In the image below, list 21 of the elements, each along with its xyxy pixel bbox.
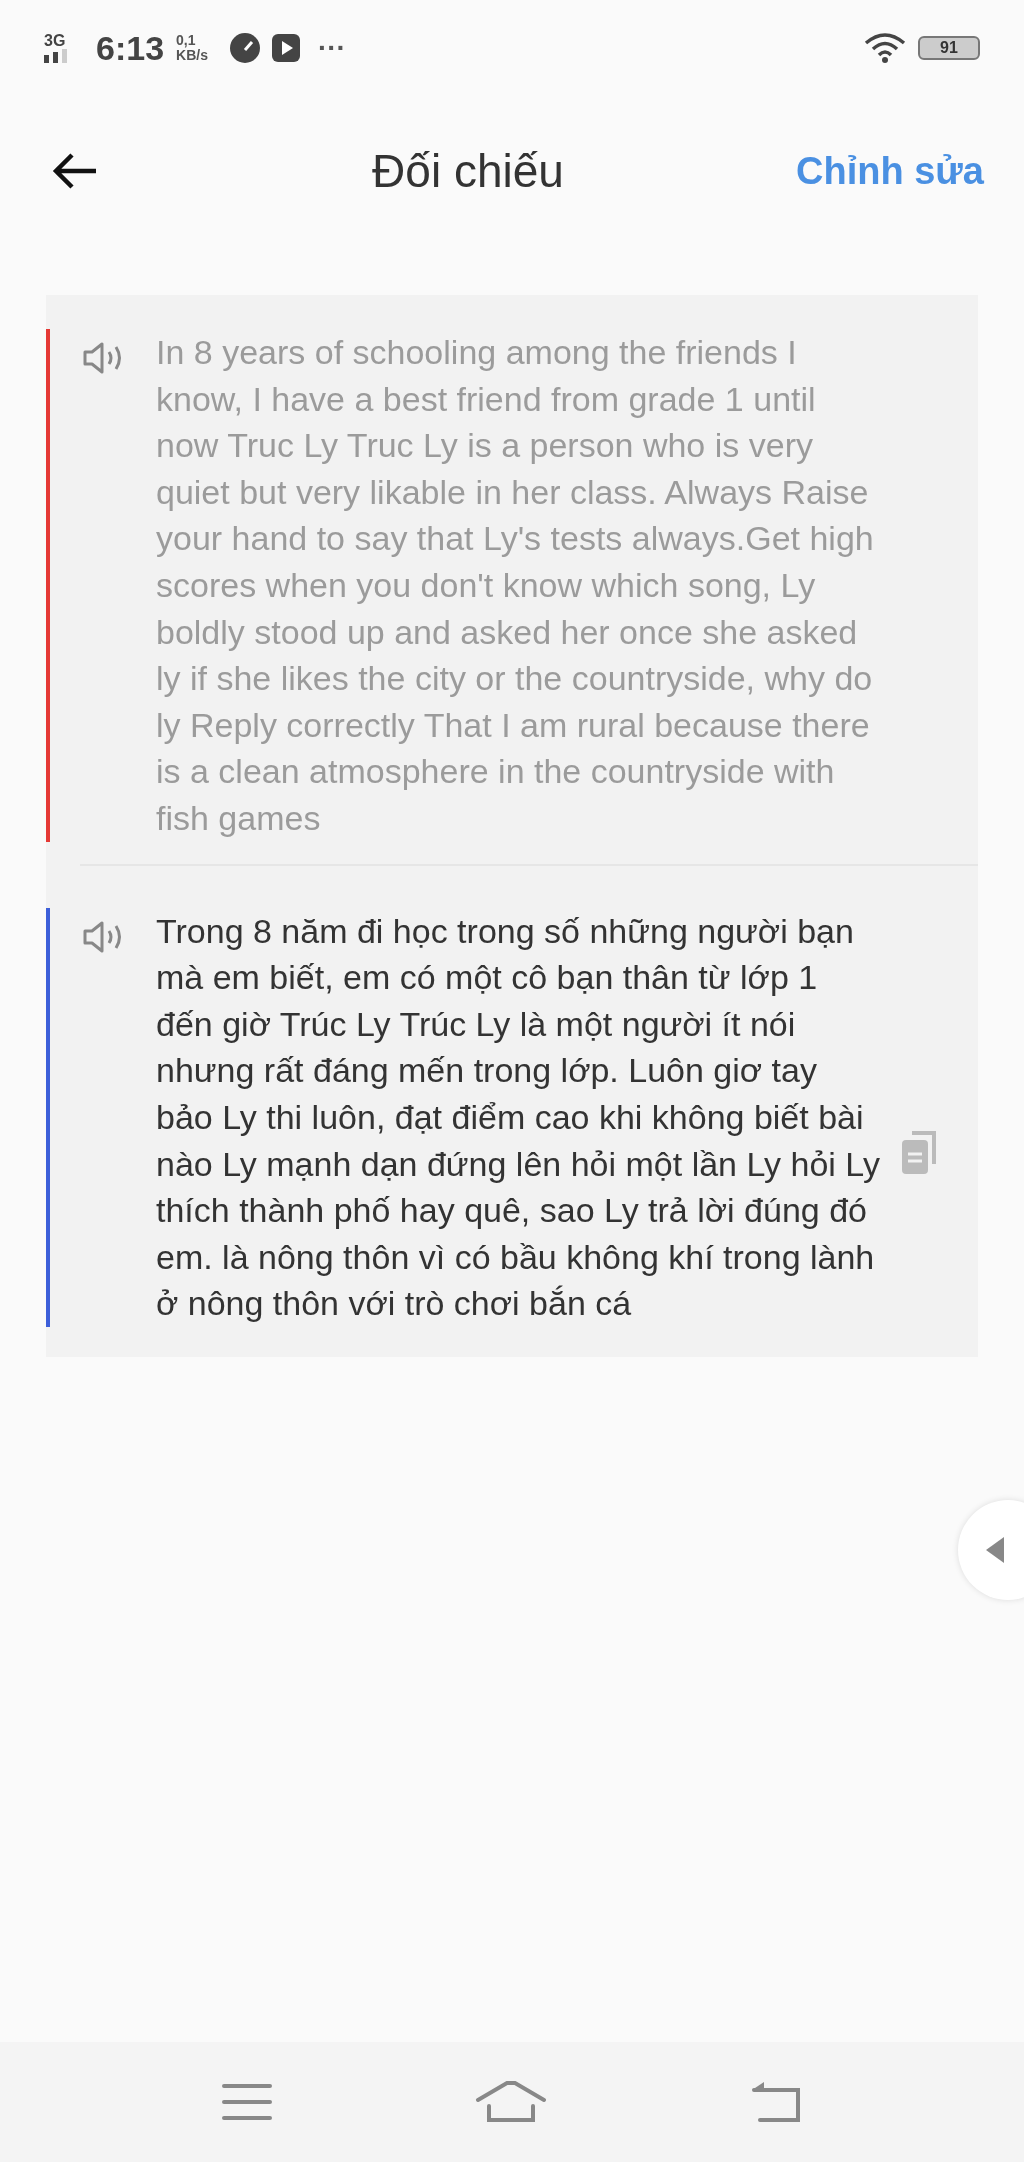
left-triangle-icon <box>986 1537 1004 1563</box>
wifi-icon <box>864 33 906 63</box>
speedometer-icon <box>229 33 260 63</box>
home-button[interactable] <box>475 2080 547 2124</box>
more-notifications: ··· <box>317 32 346 64</box>
clock: 6:13 <box>96 28 165 68</box>
edit-button[interactable]: Chỉnh sửa <box>796 149 984 193</box>
play-icon <box>271 34 300 62</box>
battery-level: 91 <box>918 36 980 60</box>
network-type: 3G <box>44 33 66 49</box>
source-text: In 8 years of schooling among the friends I know, I have a best friend from grade 1 until now Truc Ly Truc Ly is a person who is very quiet but very likable in her class. Always Raise your hand to say that Ly's tests always.Get high scores when you don't know which song, Ly boldly stood up and asked her once she asked ly if she likes the city or the countryside, why do ly Reply correctly That I am rural because there is a clean atmosphere in the countryside with fish games <box>156 332 875 839</box>
speed-unit: KB/s <box>176 48 208 63</box>
page-title: Đối chiếu <box>371 144 565 198</box>
home-icon <box>475 2080 547 2124</box>
translated-text: Trong 8 năm đi học trong số những người bạn mà em biết, em có một cô bạn thân từ lớp 1 đến giờ Trúc Ly Trúc Ly là một người ít nói nhưng rất đáng mến trong lớp. Luôn giơ tay bảo Ly thi luôn, đạt điểm cao khi không biết bài nào Ly mạnh dạn đứng lên hỏi một lần Ly hỏi Ly thích thành phố hay quê, sao Ly trả lời đúng đó em. là nông thôn vì có bầu không khí trong lành ở nông thôn với trò chơi bắn cá <box>156 910 881 1325</box>
copy-icon[interactable] <box>900 1129 938 1176</box>
menu-button[interactable] <box>221 2082 272 2122</box>
return-icon <box>750 2080 803 2124</box>
back-nav-button[interactable] <box>750 2080 803 2124</box>
speed-value: 0,1 <box>176 33 197 48</box>
menu-icon <box>221 2082 272 2122</box>
